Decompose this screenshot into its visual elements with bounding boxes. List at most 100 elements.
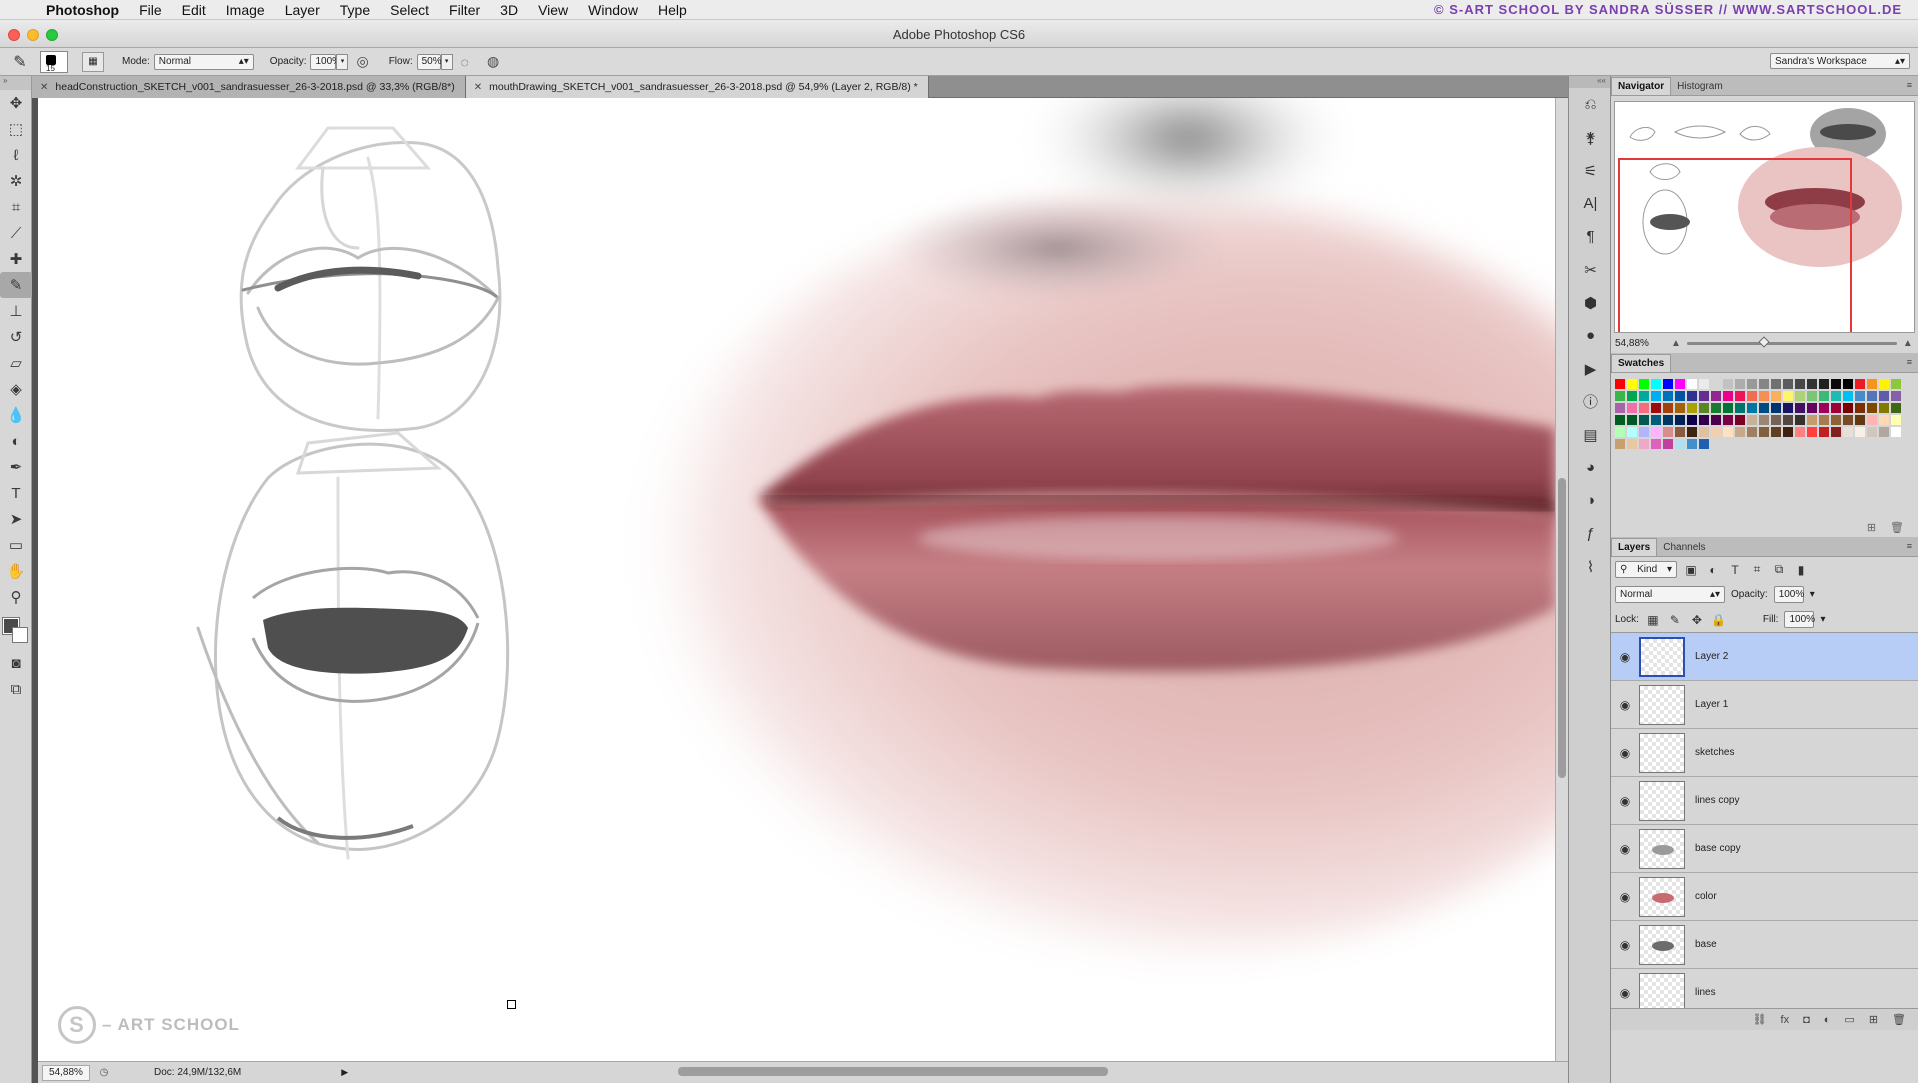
link-layers-icon[interactable]: ⛓: [1753, 1013, 1767, 1026]
swatch[interactable]: [1651, 391, 1661, 401]
dodge-tool-icon[interactable]: ◐: [0, 428, 32, 454]
menu-app[interactable]: Photoshop: [36, 2, 129, 18]
brush-panel-toggle-icon[interactable]: ▦: [82, 51, 104, 72]
lock-all-icon[interactable]: 🔒: [1711, 613, 1727, 627]
zoom-out-icon[interactable]: ▲: [1671, 338, 1681, 349]
panel-menu-icon[interactable]: ≡: [1907, 541, 1912, 551]
layer-row[interactable]: ◉ Layer 1: [1611, 681, 1918, 729]
swatch[interactable]: [1651, 415, 1661, 425]
swatch[interactable]: [1711, 427, 1721, 437]
swatch[interactable]: [1663, 415, 1673, 425]
swatch[interactable]: [1771, 379, 1781, 389]
swatch[interactable]: [1771, 403, 1781, 413]
adjustments-icon[interactable]: ⚟: [1569, 154, 1612, 187]
menu-file[interactable]: File: [129, 2, 172, 18]
visibility-eye-icon[interactable]: ◉: [1611, 938, 1639, 952]
info-panel-icon[interactable]: ⓘ: [1569, 385, 1612, 418]
pressure-opacity-icon[interactable]: ◎: [356, 53, 368, 70]
swatch[interactable]: [1687, 403, 1697, 413]
swatch[interactable]: [1699, 427, 1709, 437]
flow-input[interactable]: 50%: [416, 53, 442, 70]
swatch[interactable]: [1867, 379, 1877, 389]
panel-menu-icon[interactable]: ≡: [1907, 80, 1912, 90]
layer-row[interactable]: ◉ color: [1611, 873, 1918, 921]
brush-tool-icon[interactable]: ✎: [0, 272, 32, 298]
swatch[interactable]: [1759, 415, 1769, 425]
filter-type-icon[interactable]: T: [1727, 563, 1743, 577]
workspace-select[interactable]: Sandra's Workspace ▴▾: [1770, 53, 1910, 69]
swatch[interactable]: [1747, 403, 1757, 413]
menu-help[interactable]: Help: [648, 2, 697, 18]
color-swatches[interactable]: [0, 610, 32, 650]
marquee-tool-icon[interactable]: ⬚: [0, 116, 32, 142]
move-tool-icon[interactable]: ✥: [0, 90, 32, 116]
layer-row[interactable]: ◉ Layer 2: [1611, 633, 1918, 681]
layer-style-icon[interactable]: fx: [1781, 1014, 1790, 1026]
visibility-eye-icon[interactable]: ◉: [1611, 986, 1639, 1000]
swatch[interactable]: [1831, 415, 1841, 425]
swatch[interactable]: [1711, 415, 1721, 425]
tab-channels[interactable]: Channels: [1657, 539, 1711, 556]
swatch[interactable]: [1855, 391, 1865, 401]
shape-tool-icon[interactable]: ▭: [0, 532, 32, 558]
swatch[interactable]: [1639, 391, 1649, 401]
swatch[interactable]: [1639, 427, 1649, 437]
swatch[interactable]: [1651, 379, 1661, 389]
zoom-in-icon[interactable]: ▲: [1903, 338, 1913, 349]
menu-layer[interactable]: Layer: [275, 2, 330, 18]
menu-image[interactable]: Image: [216, 2, 275, 18]
background-color[interactable]: [12, 627, 28, 643]
swatch[interactable]: [1663, 439, 1673, 449]
swatch[interactable]: [1699, 391, 1709, 401]
swatch[interactable]: [1747, 415, 1757, 425]
status-menu-icon[interactable]: ▶: [341, 1067, 348, 1078]
swatch[interactable]: [1627, 379, 1637, 389]
swatch[interactable]: [1843, 403, 1853, 413]
document-canvas[interactable]: S – ART SCHOOL: [38, 98, 1555, 1061]
swatch[interactable]: [1627, 427, 1637, 437]
lock-image-icon[interactable]: ✎: [1667, 613, 1683, 627]
swatch[interactable]: [1615, 403, 1625, 413]
swatch[interactable]: [1687, 439, 1697, 449]
menu-type[interactable]: Type: [330, 2, 380, 18]
close-tab-icon[interactable]: ✕: [40, 82, 48, 93]
healing-brush-tool-icon[interactable]: ✚: [0, 246, 32, 272]
swatch[interactable]: [1879, 379, 1889, 389]
visibility-eye-icon[interactable]: ◉: [1611, 794, 1639, 808]
character-panel-icon[interactable]: A|: [1569, 187, 1612, 220]
swatch[interactable]: [1687, 427, 1697, 437]
swatch[interactable]: [1627, 391, 1637, 401]
zoom-slider-knob[interactable]: [1758, 335, 1771, 348]
swatch[interactable]: [1771, 415, 1781, 425]
visibility-eye-icon[interactable]: ◉: [1611, 746, 1639, 760]
lock-position-icon[interactable]: ✥: [1689, 613, 1705, 627]
swatch[interactable]: [1843, 415, 1853, 425]
filter-adjustment-icon[interactable]: ◐: [1705, 563, 1721, 577]
vertical-scrollbar[interactable]: [1555, 98, 1568, 1061]
layer-row[interactable]: ◉ sketches: [1611, 729, 1918, 777]
swatch[interactable]: [1699, 439, 1709, 449]
swatch[interactable]: [1747, 379, 1757, 389]
vertical-scroll-thumb[interactable]: [1558, 478, 1566, 778]
swatch[interactable]: [1615, 415, 1625, 425]
swatch[interactable]: [1795, 415, 1805, 425]
flow-dropdown[interactable]: ▾: [440, 53, 453, 70]
navigator-zoom-value[interactable]: 54,88%: [1615, 338, 1665, 349]
swatch[interactable]: [1639, 439, 1649, 449]
swatch[interactable]: [1879, 403, 1889, 413]
layer-row[interactable]: ◉ base copy: [1611, 825, 1918, 873]
chevron-down-icon[interactable]: ▾: [1810, 589, 1815, 600]
filter-pixel-icon[interactable]: ▣: [1683, 563, 1699, 577]
swatch[interactable]: [1783, 415, 1793, 425]
swatch[interactable]: [1747, 427, 1757, 437]
visibility-eye-icon[interactable]: ◉: [1611, 698, 1639, 712]
swatch[interactable]: [1819, 379, 1829, 389]
swatch[interactable]: [1723, 415, 1733, 425]
close-tab-icon[interactable]: ✕: [474, 82, 482, 93]
swatch[interactable]: [1699, 403, 1709, 413]
swatch[interactable]: [1783, 403, 1793, 413]
swatch[interactable]: [1699, 379, 1709, 389]
navigator-preview[interactable]: [1614, 101, 1915, 333]
navigator-zoom-slider[interactable]: [1686, 335, 1897, 348]
filter-smart-object-icon[interactable]: ⧉: [1771, 562, 1787, 577]
